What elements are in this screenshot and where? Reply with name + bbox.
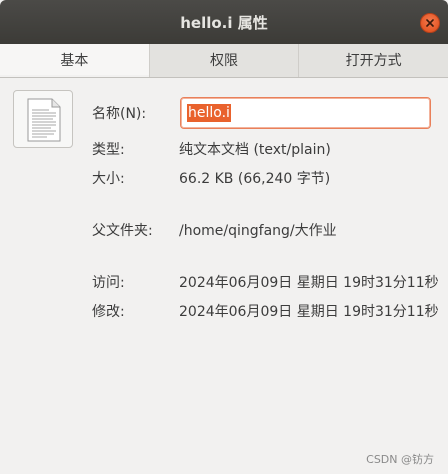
tab-permissions[interactable]: 权限: [148, 44, 299, 77]
modified-value: 2024年06月09日 星期日 19时31分11秒: [179, 304, 439, 320]
close-icon: [426, 19, 434, 27]
name-input[interactable]: hello.i: [180, 97, 431, 129]
text-document-icon: [27, 98, 61, 142]
window-title: hello.i 属性: [180, 14, 268, 32]
accessed-label: 访问:: [92, 275, 125, 291]
close-button[interactable]: [420, 13, 440, 33]
parent-folder-label: 父文件夹:: [92, 223, 153, 239]
name-label: 名称(N):: [92, 106, 147, 122]
accessed-value: 2024年06月09日 星期日 19时31分11秒: [179, 275, 439, 291]
file-icon-button[interactable]: [13, 90, 73, 148]
size-label: 大小:: [92, 171, 125, 187]
name-input-value: hello.i: [187, 104, 231, 122]
modified-label: 修改:: [92, 304, 125, 320]
type-value: 纯文本文档 (text/plain): [179, 142, 331, 158]
watermark: CSDN @钫方: [366, 453, 434, 466]
title-bar: hello.i 属性: [0, 0, 448, 44]
type-label: 类型:: [92, 142, 125, 158]
parent-folder-value: /home/qingfang/大作业: [179, 223, 337, 239]
size-value: 66.2 KB (66,240 字节): [179, 171, 331, 187]
tab-bar: 基本 权限 打开方式: [0, 44, 448, 78]
tab-basic[interactable]: 基本: [0, 44, 149, 77]
tab-open-with[interactable]: 打开方式: [298, 44, 448, 77]
